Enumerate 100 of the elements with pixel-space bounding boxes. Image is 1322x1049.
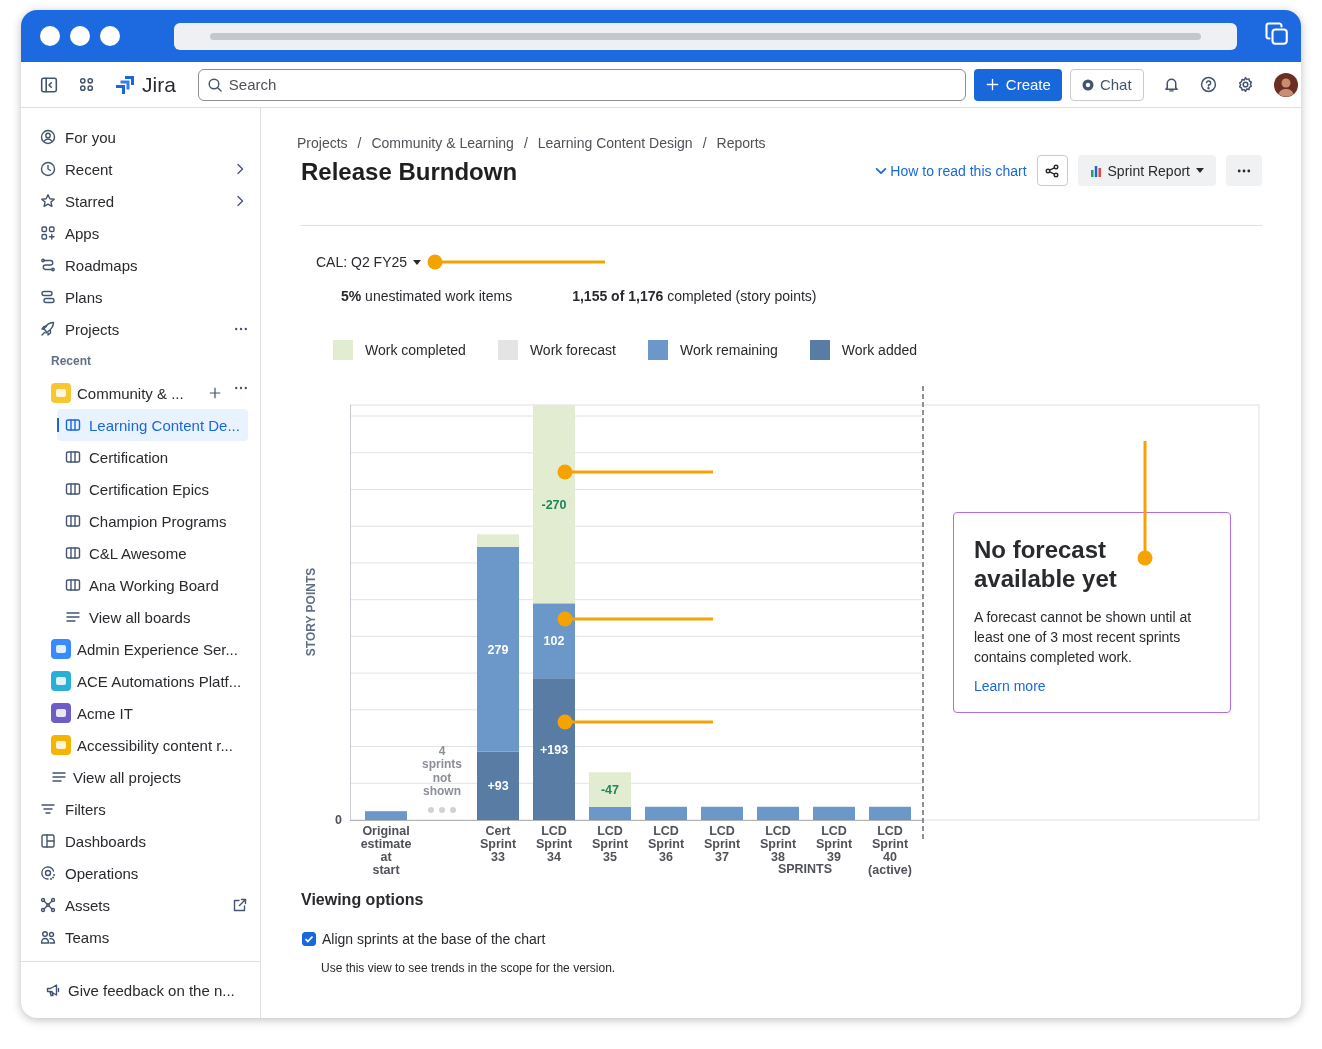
x-axis-label: Original estimate at start <box>360 824 412 877</box>
app-switcher[interactable] <box>78 76 95 93</box>
board-icon <box>65 545 81 561</box>
help-button[interactable] <box>1199 76 1217 93</box>
sidebar-item[interactable]: Projects <box>21 313 260 345</box>
summary-stat: 1,155 of 1,176 completed (story points) <box>572 288 817 304</box>
operations-icon <box>40 865 56 881</box>
more-icon <box>1237 168 1251 173</box>
bar <box>757 806 799 820</box>
report-dropdown[interactable]: Sprint Report <box>1077 155 1216 186</box>
x-axis-title: SPRINTS <box>777 862 833 876</box>
checkbox-label: Align sprints at the base of the chart <box>322 931 546 947</box>
sidebar-item[interactable]: Dashboards <box>21 825 260 857</box>
bar-value-label: +93 <box>487 779 509 794</box>
gap-note: 4 sprints not shown <box>422 744 462 798</box>
learn-more-link[interactable]: Learn more <box>974 678 1046 694</box>
sidebar-item[interactable]: Accessibility content r... <box>21 729 260 761</box>
more-icon[interactable] <box>234 327 248 331</box>
ellipsis-icon <box>428 807 456 813</box>
x-axis-label: LCD Sprint 39 <box>815 824 853 864</box>
copy-icon[interactable] <box>1265 22 1289 46</box>
sidebar-item[interactable]: Assets <box>21 889 260 921</box>
sidebar-item[interactable]: Teams <box>21 921 260 953</box>
sidebar-item[interactable]: Certification <box>57 441 248 473</box>
breadcrumb-link[interactable]: Reports <box>716 135 766 151</box>
settings-button[interactable] <box>1236 76 1254 93</box>
breadcrumb-separator: / <box>702 135 707 151</box>
legend-label: Work added <box>841 342 918 358</box>
sidebar-item[interactable]: View all projects <box>21 761 260 793</box>
dashboard-icon <box>40 833 56 849</box>
bar <box>645 806 687 820</box>
x-axis-label: LCD Sprint 35 <box>591 824 629 864</box>
create-button[interactable]: Create <box>973 68 1062 101</box>
teams-icon <box>40 929 56 945</box>
legend-label: Work forecast <box>529 342 616 358</box>
caret-icon <box>413 259 422 265</box>
settings-icon <box>1236 76 1254 93</box>
sidebar-item[interactable]: Recent <box>21 153 260 185</box>
sidebar-item[interactable]: ACE Automations Platf... <box>21 665 260 697</box>
bar-value-label: 102 <box>543 634 565 649</box>
bar <box>701 806 743 820</box>
notifications-button[interactable] <box>1162 76 1180 93</box>
sidebar-item[interactable]: Admin Experience Ser... <box>21 633 260 665</box>
sidebar-item[interactable]: Roadmaps <box>21 249 260 281</box>
breadcrumb-link[interactable]: Projects <box>297 135 348 151</box>
list-icon <box>51 769 67 785</box>
sidebar-item[interactable]: For you <box>21 121 260 153</box>
sidebar-item[interactable]: Plans <box>21 281 260 313</box>
legend-label: Work completed <box>365 342 466 358</box>
sidebar-item[interactable]: Acme IT <box>21 697 260 729</box>
version-dropdown[interactable]: CAL: Q2 FY25 <box>316 254 422 270</box>
sidebar-item[interactable]: Community & ... <box>21 377 260 409</box>
avatar[interactable] <box>1273 72 1298 97</box>
sidebar-item[interactable]: Filters <box>21 793 260 825</box>
address-bar[interactable] <box>174 22 1237 50</box>
sidebar-item[interactable]: C&L Awesome <box>57 537 248 569</box>
sidebar-item[interactable]: View all boards <box>57 601 248 633</box>
check-icon <box>304 934 314 944</box>
sidebar-toggle[interactable] <box>40 75 58 94</box>
y-axis-tick: 0 <box>335 813 342 827</box>
sidebar-item[interactable]: Operations <box>21 857 260 889</box>
sidebar-item[interactable]: Certification Epics <box>57 473 248 505</box>
assets-icon <box>40 897 56 913</box>
bar <box>869 806 911 820</box>
search-icon <box>206 76 223 93</box>
legend-label: Work remaining <box>680 342 778 358</box>
x-axis-label: LCD Sprint 38 <box>759 824 797 864</box>
clock-icon <box>40 161 56 177</box>
external-link-icon[interactable] <box>232 897 248 913</box>
share-button[interactable] <box>1036 155 1068 186</box>
sidebar-item[interactable]: Learning Content De... <box>57 409 248 441</box>
breadcrumb-link[interactable]: Learning Content Design <box>537 135 693 151</box>
help-link[interactable]: How to read this chart <box>874 162 1027 179</box>
sidebar-item[interactable]: Starred <box>21 185 260 217</box>
chat-button[interactable]: Chat <box>1069 68 1144 101</box>
bell-icon <box>1162 76 1180 93</box>
list-icon <box>65 609 81 625</box>
sidebar-item[interactable]: Champion Programs <box>57 505 248 537</box>
board-icon <box>65 449 81 465</box>
apps-icon <box>40 225 56 241</box>
roadmap-icon <box>40 257 56 273</box>
legend-swatch <box>497 340 518 360</box>
breadcrumb-link[interactable]: Community & Learning <box>371 135 514 151</box>
help-text: Use this view to see trends in the scope for the version. <box>321 961 617 975</box>
search-field[interactable]: Search <box>197 68 966 101</box>
bar-value-label: 279 <box>487 642 509 657</box>
checkbox[interactable] <box>302 932 316 946</box>
x-axis-label: LCD Sprint 40 (active) <box>868 824 912 877</box>
chat-icon <box>1081 78 1094 91</box>
legend-swatch <box>333 340 353 360</box>
sidebar-item[interactable]: Ana Working Board <box>57 569 248 601</box>
window-control[interactable] <box>70 26 90 46</box>
sidebar-item[interactable]: Apps <box>21 217 260 249</box>
plus-icon <box>984 77 1000 92</box>
feedback-link[interactable]: Give feedback on the n... <box>21 961 260 1018</box>
window-control[interactable] <box>40 26 60 46</box>
more-icon[interactable] <box>234 386 248 390</box>
window-control[interactable] <box>100 26 120 46</box>
legend-swatch <box>648 340 668 360</box>
plus-icon[interactable] <box>208 386 222 400</box>
